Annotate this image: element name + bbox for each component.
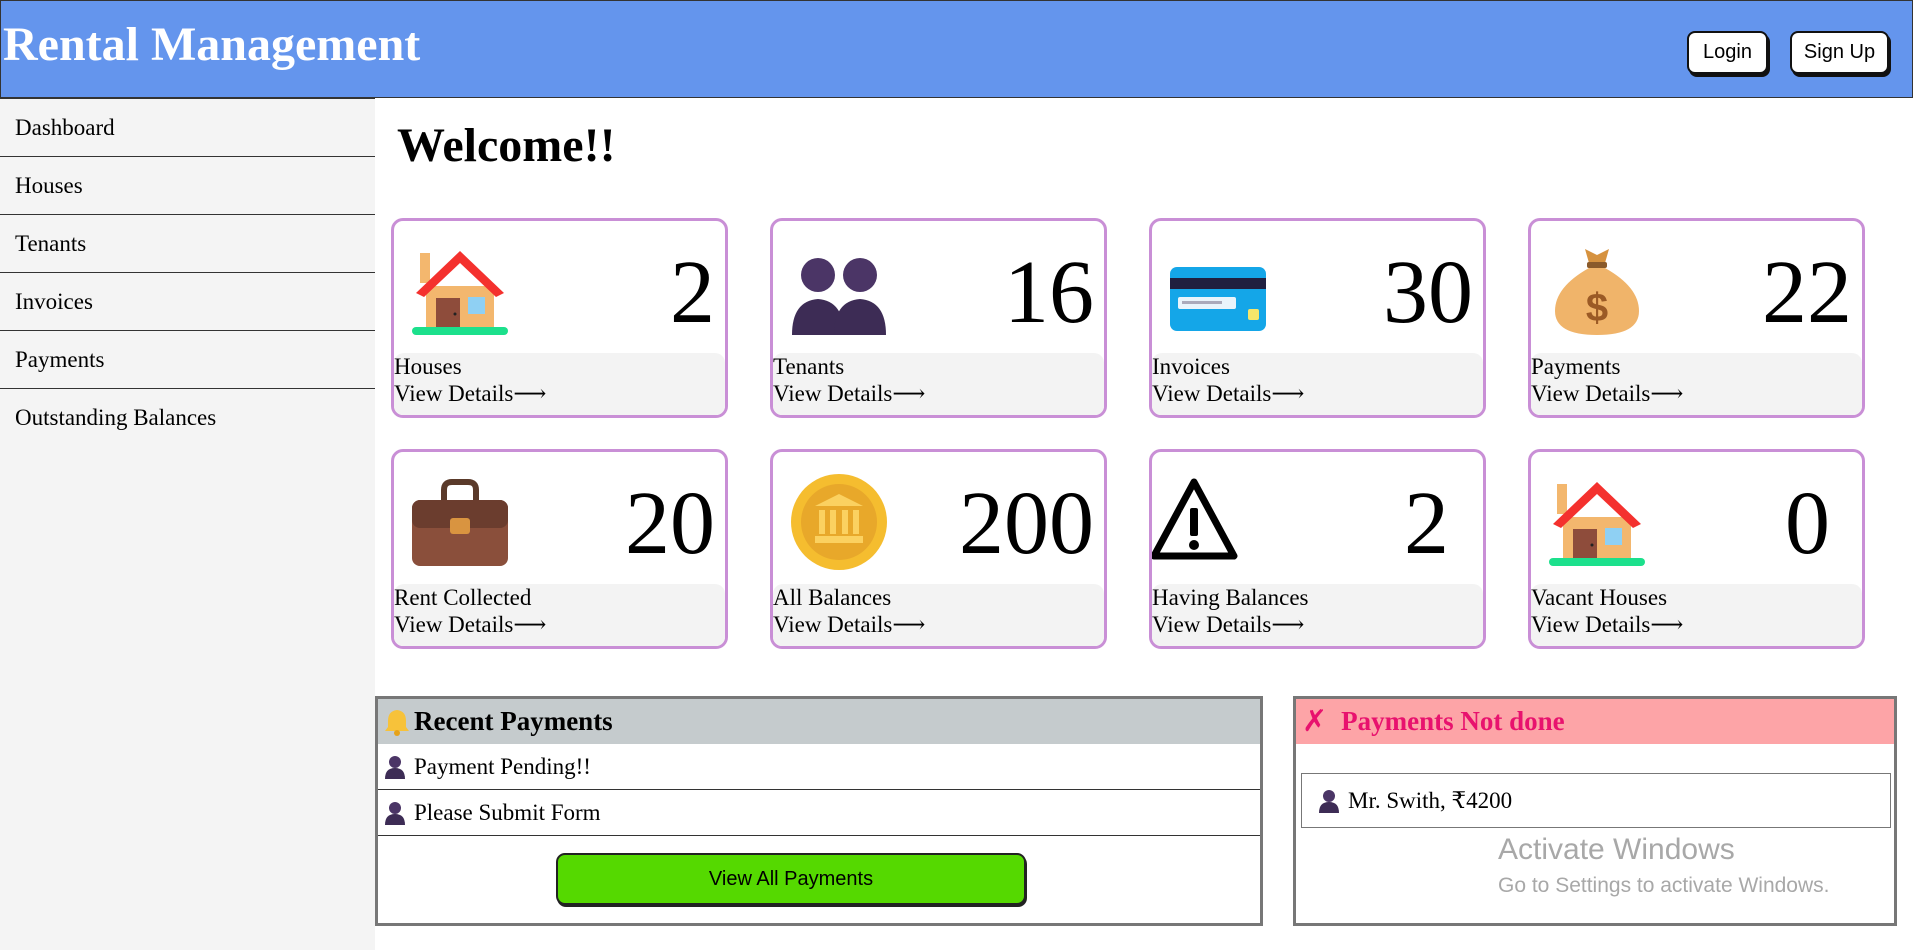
card-label: Having Balances bbox=[1152, 585, 1309, 610]
stat-card-invoices: 30 Invoices View Details⟶ bbox=[1149, 218, 1486, 418]
person-icon bbox=[1319, 789, 1339, 813]
stat-card-payments: $ 22 Payments View Details⟶ bbox=[1528, 218, 1865, 418]
list-item: Mr. Swith, ₹4200 bbox=[1301, 773, 1891, 828]
list-item: Please Submit Form bbox=[378, 790, 1260, 836]
card-label: Houses bbox=[394, 354, 462, 379]
recent-payments-panel: Recent Payments Payment Pending!! Please… bbox=[375, 696, 1263, 926]
recent-payments-header: Recent Payments bbox=[378, 699, 1260, 744]
card-footer: Having Balances View Details⟶ bbox=[1152, 584, 1483, 646]
page-title: Welcome!! bbox=[397, 119, 616, 172]
card-footer: All Balances View Details⟶ bbox=[773, 584, 1104, 646]
sidebar-item-dashboard[interactable]: Dashboard bbox=[0, 98, 375, 157]
stat-card-houses: 2 Houses View Details⟶ bbox=[391, 218, 728, 418]
card-count: 2 bbox=[670, 243, 715, 342]
card-footer: Payments View Details⟶ bbox=[1531, 353, 1862, 415]
house-icon bbox=[1549, 482, 1645, 566]
house-icon bbox=[412, 251, 508, 335]
card-footer: Vacant Houses View Details⟶ bbox=[1531, 584, 1862, 646]
view-details-link[interactable]: View Details⟶ bbox=[394, 380, 546, 408]
card-count: 20 bbox=[625, 474, 715, 573]
stat-card-all-balances: 200 All Balances View Details⟶ bbox=[770, 449, 1107, 649]
card-footer: Tenants View Details⟶ bbox=[773, 353, 1104, 415]
activate-windows-watermark: Activate Windows bbox=[1498, 833, 1735, 866]
card-footer: Rent Collected View Details⟶ bbox=[394, 584, 725, 646]
view-details-link[interactable]: View Details⟶ bbox=[1531, 380, 1683, 408]
card-footer: Invoices View Details⟶ bbox=[1152, 353, 1483, 415]
card-footer: Houses View Details⟶ bbox=[394, 353, 725, 415]
money-bag-icon: $ bbox=[1555, 249, 1639, 335]
briefcase-icon bbox=[412, 479, 508, 566]
list-item: Payment Pending!! bbox=[378, 744, 1260, 790]
signup-button[interactable]: Sign Up bbox=[1790, 31, 1889, 74]
card-count: 30 bbox=[1383, 243, 1473, 342]
card-label: Invoices bbox=[1152, 354, 1230, 379]
sidebar-item-tenants[interactable]: Tenants bbox=[0, 215, 375, 273]
view-details-link[interactable]: View Details⟶ bbox=[1531, 611, 1683, 639]
list-item-text: Mr. Swith, ₹4200 bbox=[1348, 787, 1513, 813]
card-count: 200 bbox=[959, 474, 1094, 573]
stat-card-having-balances: 2 Having Balances View Details⟶ bbox=[1149, 449, 1486, 649]
card-count: 16 bbox=[1004, 243, 1094, 342]
warning-icon bbox=[1152, 478, 1238, 560]
activate-windows-hint: Go to Settings to activate Windows. bbox=[1498, 874, 1830, 897]
view-details-link[interactable]: View Details⟶ bbox=[394, 611, 546, 639]
card-label: Rent Collected bbox=[394, 585, 532, 610]
list-item-text: Please Submit Form bbox=[414, 799, 601, 825]
person-icon bbox=[385, 801, 405, 825]
view-details-link[interactable]: View Details⟶ bbox=[1152, 380, 1304, 408]
card-label: Tenants bbox=[773, 354, 845, 379]
payments-not-done-header: ✗ Payments Not done bbox=[1296, 699, 1894, 744]
people-icon bbox=[792, 258, 886, 335]
credit-card-icon bbox=[1170, 267, 1266, 331]
bank-coin-icon bbox=[791, 474, 887, 570]
person-icon bbox=[385, 755, 405, 779]
x-mark-icon: ✗ bbox=[1302, 705, 1328, 738]
payments-not-done-title: Payments Not done bbox=[1341, 706, 1565, 736]
list-item-text: Payment Pending!! bbox=[414, 753, 591, 779]
svg-text:$: $ bbox=[1586, 286, 1608, 330]
card-label: All Balances bbox=[773, 585, 892, 610]
view-details-link[interactable]: View Details⟶ bbox=[773, 380, 925, 408]
view-details-link[interactable]: View Details⟶ bbox=[1152, 611, 1304, 639]
card-label: Payments bbox=[1531, 354, 1621, 379]
stat-card-tenants: 16 Tenants View Details⟶ bbox=[770, 218, 1107, 418]
login-button[interactable]: Login bbox=[1687, 31, 1768, 74]
sidebar-item-houses[interactable]: Houses bbox=[0, 157, 375, 215]
bell-icon bbox=[385, 709, 409, 736]
sidebar-item-payments[interactable]: Payments bbox=[0, 331, 375, 389]
card-label: Vacant Houses bbox=[1531, 585, 1668, 610]
card-count: 22 bbox=[1762, 243, 1852, 342]
sidebar-item-outstanding-balances[interactable]: Outstanding Balances bbox=[0, 389, 375, 447]
card-count: 2 bbox=[1404, 474, 1449, 573]
stat-card-rent-collected: 20 Rent Collected View Details⟶ bbox=[391, 449, 728, 649]
card-count: 0 bbox=[1785, 474, 1830, 573]
sidebar: Dashboard Houses Tenants Invoices Paymen… bbox=[0, 98, 375, 950]
stat-card-vacant-houses: 0 Vacant Houses View Details⟶ bbox=[1528, 449, 1865, 649]
top-header: Rental Management Login Sign Up bbox=[0, 0, 1913, 98]
view-all-payments-button[interactable]: View All Payments bbox=[556, 853, 1026, 905]
recent-payments-title: Recent Payments bbox=[414, 706, 613, 736]
app-title: Rental Management bbox=[3, 18, 421, 71]
view-details-link[interactable]: View Details⟶ bbox=[773, 611, 925, 639]
sidebar-item-invoices[interactable]: Invoices bbox=[0, 273, 375, 331]
